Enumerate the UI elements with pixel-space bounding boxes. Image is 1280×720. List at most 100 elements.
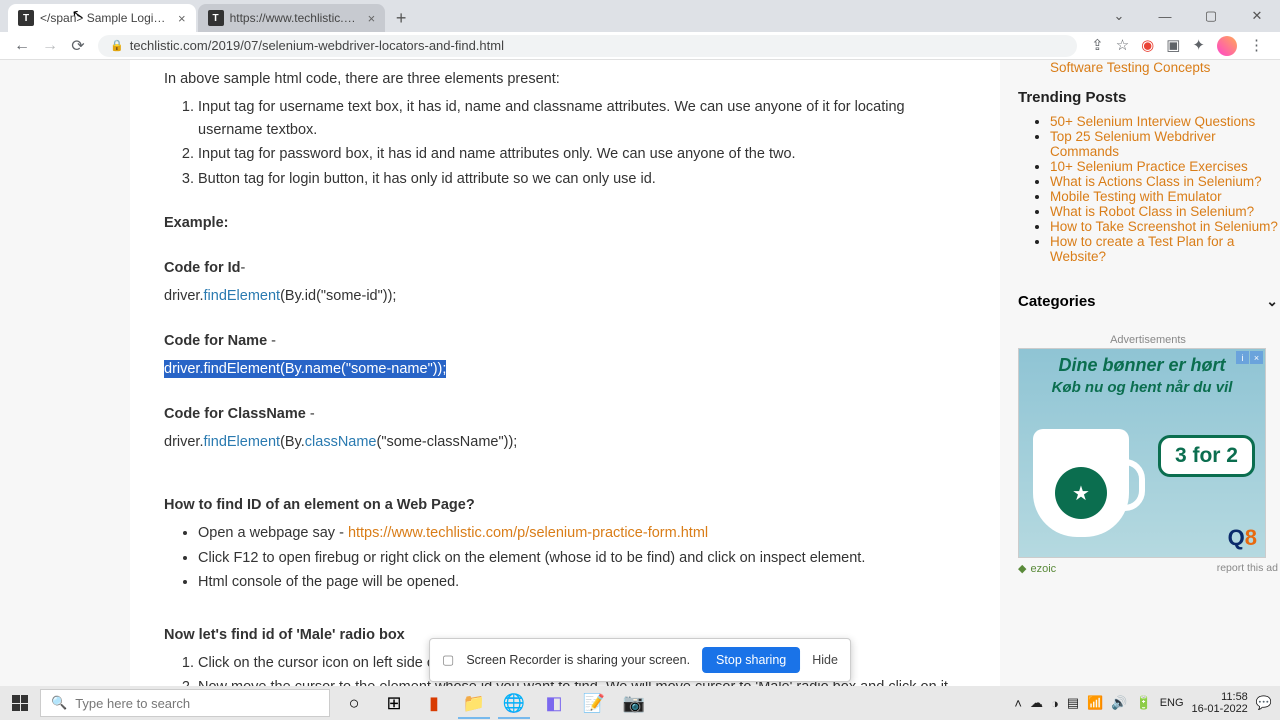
stop-sharing-button[interactable]: Stop sharing bbox=[702, 647, 800, 673]
browser-tab-inactive[interactable]: T https://www.techlistic.com/p/sel × bbox=[198, 4, 386, 32]
article-content: In above sample html code, there are thr… bbox=[130, 60, 1000, 686]
list-item: Open a webpage say - https://www.techlis… bbox=[198, 522, 966, 544]
points-list: Input tag for username text box, it has … bbox=[198, 96, 966, 190]
back-button[interactable]: ← bbox=[8, 32, 36, 60]
address-bar: ← → ⟳ 🔒 techlistic.com/2019/07/selenium-… bbox=[0, 32, 1280, 60]
code-line-name: driver.findElement(By.name("some-name"))… bbox=[164, 358, 966, 380]
taskbar-app[interactable]: 📝 bbox=[574, 686, 614, 720]
screen-icon: ▢ bbox=[442, 652, 454, 668]
minimize-button[interactable]: — bbox=[1142, 0, 1188, 32]
maximize-button[interactable]: ▢ bbox=[1188, 0, 1234, 32]
new-tab-button[interactable]: + bbox=[387, 4, 415, 32]
chrome-icon[interactable]: 🌐 bbox=[494, 686, 534, 720]
trending-link[interactable]: How to Take Screenshot in Selenium? bbox=[1050, 219, 1278, 234]
wifi-icon[interactable]: 📶 bbox=[1087, 695, 1103, 711]
howto-heading: How to find ID of an element on a Web Pa… bbox=[164, 497, 475, 513]
tray-chevron-icon[interactable]: ˄ bbox=[1014, 696, 1022, 711]
profile-avatar[interactable] bbox=[1217, 36, 1237, 56]
trending-link[interactable]: Mobile Testing with Emulator bbox=[1050, 189, 1222, 204]
list-item: Input tag for password box, it has id an… bbox=[198, 143, 966, 165]
reload-button[interactable]: ⟳ bbox=[64, 32, 92, 60]
search-placeholder: Type here to search bbox=[75, 696, 190, 711]
intro-text: In above sample html code, there are thr… bbox=[164, 68, 966, 90]
sidebar: Software Testing Concepts Trending Posts… bbox=[1018, 60, 1278, 686]
tab-title: https://www.techlistic.com/p/sel bbox=[230, 11, 360, 25]
ad-info-icon[interactable]: i bbox=[1236, 351, 1249, 364]
ad-close-icon[interactable]: × bbox=[1250, 351, 1263, 364]
taskbar-app[interactable]: ◧ bbox=[534, 686, 574, 720]
page-viewport: In above sample html code, there are thr… bbox=[0, 60, 1280, 686]
tray-icon[interactable]: ▤ bbox=[1067, 695, 1079, 711]
browser-tab-strip: T </span> Sample Login Page <s × T https… bbox=[0, 0, 1280, 32]
battery-icon[interactable]: 🔋 bbox=[1136, 695, 1152, 711]
favicon-icon: T bbox=[208, 10, 224, 26]
trending-link[interactable]: How to create a Test Plan for a Website? bbox=[1050, 234, 1234, 264]
extensions-button[interactable]: ✦ bbox=[1192, 36, 1205, 56]
brand-logo: Q8 bbox=[1228, 525, 1257, 551]
offer-badge: 3 for 2 bbox=[1158, 435, 1255, 477]
sidebar-link-cut[interactable]: Software Testing Concepts bbox=[1050, 60, 1278, 75]
tab-title: </span> Sample Login Page <s bbox=[40, 11, 170, 25]
categories-heading: Categories bbox=[1018, 293, 1096, 310]
list-item: Html console of the page will be opened. bbox=[198, 571, 966, 593]
ad-label: Advertisements bbox=[1018, 334, 1278, 346]
report-ad-link[interactable]: report this ad bbox=[1018, 562, 1278, 574]
screen-share-bar: ▢ Screen Recorder is sharing your screen… bbox=[429, 638, 851, 682]
practice-form-link[interactable]: https://www.techlistic.com/p/selenium-pr… bbox=[348, 525, 708, 541]
code-name-label: Code for Name bbox=[164, 333, 267, 349]
code-line-classname: driver.findElement(By.className("some-cl… bbox=[164, 431, 966, 453]
browser-tab-active[interactable]: T </span> Sample Login Page <s × bbox=[8, 4, 196, 32]
taskbar-app[interactable]: 📷 bbox=[614, 686, 654, 720]
howto-list: Open a webpage say - https://www.techlis… bbox=[198, 522, 966, 593]
trending-link[interactable]: 10+ Selenium Practice Exercises bbox=[1050, 159, 1248, 174]
taskbar-app[interactable]: ▮ bbox=[414, 686, 454, 720]
advertisement[interactable]: i× Dine bønner er hørtKøb nu og hent når… bbox=[1018, 348, 1266, 558]
extension-icon[interactable]: ◉ bbox=[1141, 36, 1154, 56]
share-icon[interactable]: ⇪ bbox=[1091, 36, 1104, 56]
taskbar-search[interactable]: 🔍 Type here to search bbox=[40, 689, 330, 717]
share-message: Screen Recorder is sharing your screen. bbox=[466, 653, 690, 667]
male-heading: Now let's find id of 'Male' radio box bbox=[164, 627, 405, 643]
language-indicator[interactable]: ENG bbox=[1160, 697, 1184, 709]
volume-icon[interactable]: 🔊 bbox=[1111, 695, 1127, 711]
lock-icon: 🔒 bbox=[110, 39, 124, 52]
bookmark-icon[interactable]: ☆ bbox=[1116, 36, 1129, 56]
search-icon: 🔍 bbox=[51, 695, 67, 711]
tray-icon[interactable]: ◑ bbox=[1051, 696, 1059, 711]
hide-button[interactable]: Hide bbox=[812, 653, 838, 667]
trending-list: 50+ Selenium Interview Questions Top 25 … bbox=[1050, 114, 1278, 264]
trending-link[interactable]: Top 25 Selenium Webdriver Commands bbox=[1050, 129, 1216, 159]
close-icon[interactable]: × bbox=[178, 11, 186, 26]
categories-toggle[interactable]: Categories ⌄ bbox=[1018, 282, 1278, 320]
favicon-icon: T bbox=[18, 10, 34, 26]
code-class-label: Code for ClassName bbox=[164, 406, 306, 422]
menu-button[interactable]: ⋮ bbox=[1249, 36, 1264, 56]
system-tray: ˄ ☁ ◑ ▤ 📶 🔊 🔋 ENG 11:58 16-01-2022 💬 bbox=[1014, 691, 1280, 715]
file-explorer-icon[interactable]: 📁 bbox=[454, 686, 494, 720]
forward-button[interactable]: → bbox=[36, 32, 64, 60]
extension-icon[interactable]: ▣ bbox=[1166, 36, 1180, 56]
coffee-cup-graphic: ★ bbox=[1033, 429, 1129, 537]
list-item: Click F12 to open firebug or right click… bbox=[198, 547, 966, 569]
start-button[interactable] bbox=[0, 686, 40, 720]
close-icon[interactable]: × bbox=[368, 11, 376, 26]
code-id-label: Code for Id bbox=[164, 260, 241, 276]
task-view-icon[interactable]: ⊞ bbox=[374, 686, 414, 720]
clock[interactable]: 11:58 16-01-2022 bbox=[1192, 691, 1248, 715]
trending-link[interactable]: What is Robot Class in Selenium? bbox=[1050, 204, 1254, 219]
chrome-dropdown-icon[interactable]: ⌄ bbox=[1096, 0, 1142, 32]
list-item: Input tag for username text box, it has … bbox=[198, 96, 966, 141]
code-line-id: driver.findElement(By.id("some-id")); bbox=[164, 285, 966, 307]
trending-link[interactable]: 50+ Selenium Interview Questions bbox=[1050, 114, 1255, 129]
cortana-icon[interactable]: ○ bbox=[334, 686, 374, 720]
onedrive-icon[interactable]: ☁ bbox=[1030, 695, 1043, 711]
url-text: techlistic.com/2019/07/selenium-webdrive… bbox=[130, 38, 504, 53]
trending-link[interactable]: What is Actions Class in Selenium? bbox=[1050, 174, 1262, 189]
example-heading: Example: bbox=[164, 215, 228, 231]
window-close-button[interactable]: ✕ bbox=[1234, 0, 1280, 32]
list-item: Button tag for login button, it has only… bbox=[198, 168, 966, 190]
notifications-icon[interactable]: 💬 bbox=[1256, 695, 1272, 711]
taskbar: 🔍 Type here to search ○ ⊞ ▮ 📁 🌐 ◧ 📝 📷 ˄ … bbox=[0, 686, 1280, 720]
trending-heading: Trending Posts bbox=[1018, 89, 1278, 106]
url-input[interactable]: 🔒 techlistic.com/2019/07/selenium-webdri… bbox=[98, 35, 1077, 57]
